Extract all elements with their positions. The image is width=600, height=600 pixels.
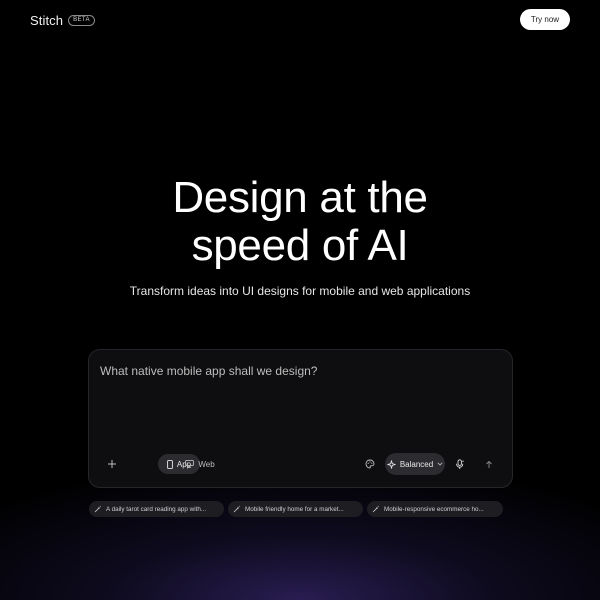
suggestion-chip-label: A daily tarot card reading app with... — [106, 505, 207, 513]
magic-wand-icon — [94, 505, 102, 513]
model-select[interactable]: Balanced — [385, 453, 445, 475]
microphone-button[interactable] — [453, 457, 467, 471]
palette-icon — [365, 459, 375, 469]
add-button[interactable] — [104, 456, 120, 472]
prompt-card: App Web Balanced — [88, 349, 513, 488]
send-button[interactable] — [482, 457, 496, 471]
magic-wand-icon — [372, 505, 380, 513]
palette-button[interactable] — [363, 457, 377, 471]
suggestion-chip-label: Mobile friendly home for a market... — [245, 505, 344, 513]
monitor-icon — [185, 460, 195, 468]
try-now-button[interactable]: Try now — [520, 9, 570, 30]
page: Stitch BETA Try now Design at the speed … — [0, 0, 600, 600]
microphone-icon — [456, 458, 465, 469]
arrow-up-icon — [486, 460, 492, 468]
magic-wand-icon — [233, 505, 241, 513]
web-toggle[interactable]: Web — [180, 454, 220, 474]
phone-icon — [167, 459, 173, 469]
sparkle-icon — [387, 459, 396, 469]
suggestion-chip-label: Mobile-responsive ecommerce ho... — [384, 505, 484, 513]
hero-title-line-2: speed of AI — [191, 221, 409, 270]
suggestion-chip[interactable]: A daily tarot card reading app with... — [89, 501, 224, 517]
plus-icon — [108, 460, 116, 468]
suggestion-chip[interactable]: Mobile-responsive ecommerce ho... — [367, 501, 503, 517]
hero-title-line-1: Design at the — [172, 173, 428, 222]
web-toggle-label: Web — [198, 459, 215, 469]
beta-badge: BETA — [68, 14, 95, 26]
suggestion-chip[interactable]: Mobile friendly home for a market... — [228, 501, 363, 517]
logo[interactable]: Stitch BETA — [30, 12, 95, 28]
prompt-input[interactable] — [100, 364, 500, 444]
model-select-label: Balanced — [399, 459, 434, 469]
logo-text: Stitch — [30, 12, 64, 28]
chevron-down-icon — [437, 462, 443, 466]
hero-subtitle: Transform ideas into UI designs for mobi… — [129, 284, 471, 298]
hero-title: Design at the speed of AI — [0, 174, 600, 270]
